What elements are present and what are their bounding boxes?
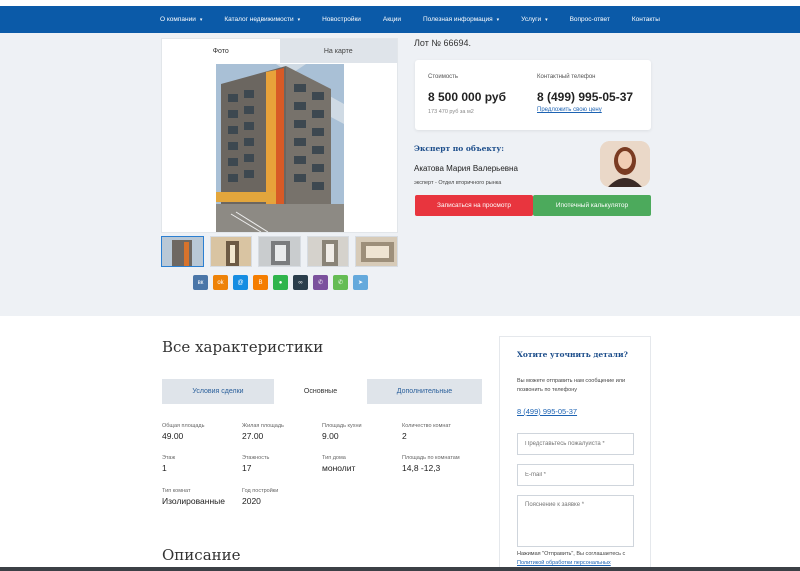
char-value: 9.00: [322, 431, 339, 441]
nav-item-label: Вопрос-ответ: [569, 16, 610, 23]
expert-role: эксперт - Отдел вторичного рынка: [414, 180, 502, 186]
char-label: Площадь кухни: [322, 423, 362, 429]
nav-item[interactable]: Новостройки: [322, 16, 361, 23]
nav-item-label: Акции: [382, 16, 402, 23]
blogger-icon[interactable]: B: [253, 275, 268, 290]
thumbnail-2[interactable]: [209, 236, 253, 267]
characteristics-tabs: Условия сделки Основные Дополнительные: [162, 379, 482, 404]
chevron-down-icon: ▾: [496, 16, 500, 23]
price-card: Стоимость 8 500 000 руб 173 470 руб за м…: [415, 60, 651, 130]
form-heading: Хотите уточнить детали?: [517, 350, 628, 359]
phone-label: Контактный телефон: [537, 74, 596, 80]
description-heading: Описание: [162, 546, 241, 564]
char-label: Этаж: [162, 455, 176, 461]
char-label: Тип дома: [322, 455, 346, 461]
nav-item[interactable]: О компании ▾: [160, 16, 202, 23]
nav-item-label: Каталог недвижимости: [224, 16, 294, 23]
thumbnail-5[interactable]: [355, 236, 398, 267]
nav-item-label: О компании: [160, 16, 196, 23]
char-label: Площадь по комнатам: [402, 455, 460, 461]
chevron-down-icon: ▾: [297, 16, 301, 23]
tab-additional[interactable]: Дополнительные: [367, 379, 482, 404]
nav-item[interactable]: Контакты: [632, 16, 660, 23]
contact-form: Хотите уточнить детали? Вы можете отправ…: [499, 336, 651, 571]
link-icon[interactable]: ∞: [293, 275, 308, 290]
moimir-icon[interactable]: @: [233, 275, 248, 290]
char-value: 2: [402, 431, 407, 441]
viber-icon[interactable]: ✆: [313, 275, 328, 290]
photo-gallery: Фото На карте: [161, 38, 398, 233]
expert-heading: Эксперт по объекту:: [414, 144, 504, 153]
nav-item-label: Полезная информация: [422, 16, 493, 23]
bottom-bar: [0, 567, 800, 571]
lot-number: Лот № 66694.: [414, 38, 472, 48]
char-label: Тип комнат: [162, 488, 191, 494]
chevron-down-icon: ▾: [199, 16, 203, 23]
form-legal-text: Нажимая "Отправить", Вы соглашаетесь с П…: [517, 550, 637, 568]
mortgage-calculator-button[interactable]: Ипотечный калькулятор: [533, 195, 651, 216]
price-value: 8 500 000 руб: [428, 90, 506, 104]
vk-icon[interactable]: вк: [193, 275, 208, 290]
message-textarea[interactable]: [517, 495, 634, 547]
email-input[interactable]: [517, 464, 634, 486]
whatsapp-icon[interactable]: ✆: [333, 275, 348, 290]
privacy-policy-link[interactable]: Политикой обработки персональных: [517, 560, 611, 566]
char-label: Год постройки: [242, 488, 279, 494]
tab-map[interactable]: На карте: [279, 39, 397, 63]
tab-photo[interactable]: Фото: [162, 39, 280, 63]
nav-item[interactable]: Вопрос-ответ: [570, 16, 610, 23]
tab-main[interactable]: Основные: [274, 379, 367, 404]
char-value: 1: [162, 463, 167, 473]
main-navigation: О компании ▾ Каталог недвижимости ▾ Новостро…: [0, 6, 800, 33]
char-value: 2020: [242, 496, 261, 506]
nav-item-label: Новостройки: [322, 16, 361, 23]
share-buttons: вк ok @ B ● ∞ ✆ ✆ ➤: [193, 275, 368, 290]
nav-item-label: Услуги: [521, 16, 542, 23]
main-building-photo[interactable]: [216, 64, 344, 232]
expert-name: Акатова Мария Валерьевна: [414, 164, 518, 173]
char-label: Количество комнат: [402, 423, 451, 429]
thumbnail-1[interactable]: [161, 236, 204, 267]
thumbnail-strip: [161, 236, 398, 267]
thumbnail-3[interactable]: [258, 236, 301, 267]
nav-item[interactable]: Каталог недвижимости ▾: [224, 16, 300, 23]
char-value: Изолированные: [162, 496, 225, 506]
char-label: Общая площадь: [162, 423, 205, 429]
schedule-viewing-button[interactable]: Записаться на просмотр: [415, 195, 533, 216]
contact-phone[interactable]: 8 (499) 995-05-37: [537, 90, 633, 104]
char-value: 49.00: [162, 431, 184, 441]
offer-price-link[interactable]: Предложить свою цену: [537, 107, 602, 113]
price-label: Стоимость: [428, 74, 459, 80]
hero-section: [0, 33, 800, 316]
tab-deal-terms[interactable]: Условия сделки: [162, 379, 274, 404]
chat-icon[interactable]: ●: [273, 275, 288, 290]
char-value: 27.00: [242, 431, 264, 441]
gallery-tabs: Фото На карте: [162, 39, 397, 63]
nav-item[interactable]: Услуги ▾: [521, 16, 548, 23]
nav-item[interactable]: Полезная информация ▾: [423, 16, 499, 23]
legal-text: Нажимая "Отправить", Вы соглашаетесь с: [517, 551, 626, 557]
price-per-m2: 173 470 руб за м2: [428, 109, 474, 115]
odnoklassniki-icon[interactable]: ok: [213, 275, 228, 290]
nav-menu: О компании ▾ Каталог недвижимости ▾ Новостро…: [160, 6, 660, 33]
char-label: Этажность: [242, 455, 270, 461]
characteristics-heading: Все характеристики: [162, 338, 324, 356]
char-value: монолит: [322, 463, 356, 473]
nav-item[interactable]: Акции: [383, 16, 401, 23]
form-description: Вы можете отправить нам сообщение или по…: [517, 378, 626, 393]
chevron-down-icon: ▾: [545, 16, 548, 23]
expert-avatar: [600, 141, 650, 187]
char-value: 14,8 -12,3: [402, 463, 441, 473]
char-value: 17: [242, 463, 252, 473]
thumbnail-4[interactable]: [306, 236, 350, 267]
nav-item-label: Контакты: [631, 16, 660, 23]
form-phone-link[interactable]: 8 (499) 995-05-37: [517, 407, 577, 416]
name-input[interactable]: [517, 433, 634, 455]
telegram-icon[interactable]: ➤: [353, 275, 368, 290]
details-section: [0, 316, 800, 571]
char-label: Жилая площадь: [242, 423, 284, 429]
